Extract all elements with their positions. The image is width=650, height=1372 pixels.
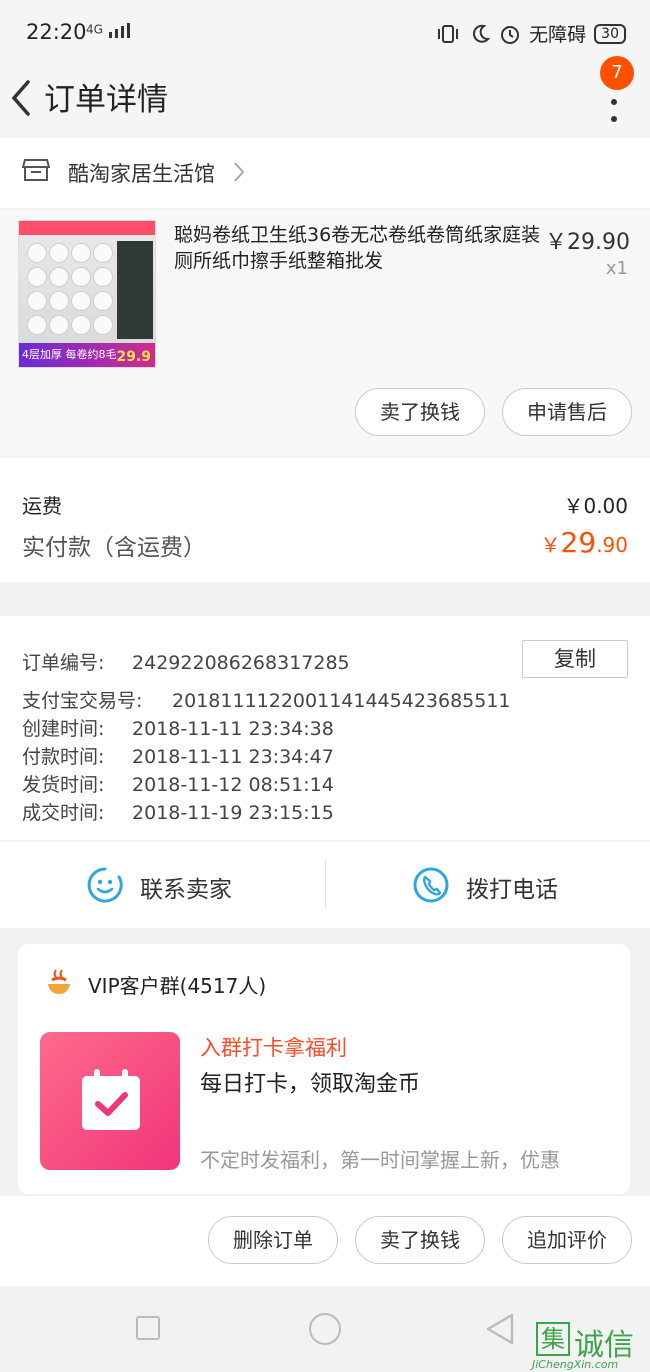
- closed-time: 2018-11-19 23:15:15: [132, 802, 334, 824]
- alipay-number: 2018111122001141445423685511: [172, 690, 511, 712]
- order-number: 242922086268317285: [132, 652, 350, 674]
- call-phone-label: 拨打电话: [466, 877, 558, 903]
- vip-headline: 入群打卡拿福利: [200, 1036, 347, 1060]
- paid-integer: 29: [560, 526, 597, 559]
- copy-button[interactable]: 复制: [522, 640, 628, 678]
- product-title[interactable]: 聪妈卷纸卫生纸36卷无芯卷纸卷筒纸家庭装厕所纸巾擦手纸整箱批发: [174, 222, 544, 274]
- nav-back-triangle-icon[interactable]: [484, 1312, 516, 1346]
- action-bar: 删除订单 卖了换钱 追加评价: [0, 1196, 650, 1286]
- sell-for-cash-button[interactable]: 卖了换钱: [355, 388, 485, 436]
- vip-subtitle: 每日打卡，领取淘金币: [200, 1072, 421, 1097]
- watermark: 集 诚信 JiChengXin.com: [530, 1320, 650, 1372]
- shop-icon: [22, 159, 50, 181]
- shipped-time: 2018-11-12 08:51:14: [132, 774, 334, 796]
- shipping-label: 运费: [22, 494, 62, 518]
- vip-tile: [40, 1032, 180, 1170]
- order-number-row: 订单编号: 242922086268317285: [22, 648, 350, 675]
- nav-home-circle-icon[interactable]: [309, 1313, 341, 1345]
- calendar-check-icon: [82, 1069, 140, 1130]
- status-time: 22:20: [26, 20, 87, 44]
- status-icons: 无障碍 30: [435, 20, 626, 47]
- watermark-url: JiChengXin.com: [532, 1358, 619, 1371]
- product-price: ￥29.90: [545, 230, 630, 255]
- alipay-label: 支付宝交易号:: [22, 690, 143, 712]
- paid-decimal: .90: [596, 533, 628, 557]
- top-bar: 订单详情 7: [0, 56, 650, 136]
- contact-seller-button[interactable]: 联系卖家: [0, 842, 325, 928]
- fee-summary: 运费 ￥0.00 实付款（含运费） ￥29.90: [0, 458, 650, 582]
- nav-square-icon[interactable]: [136, 1316, 160, 1340]
- smile-chat-icon: [87, 867, 123, 903]
- paid-currency: ￥: [540, 533, 561, 557]
- paid-value: ￥29.90: [541, 526, 628, 559]
- page-title: 订单详情: [44, 82, 168, 118]
- chevron-right-icon: [234, 162, 245, 182]
- sell-for-cash-button-bottom[interactable]: 卖了换钱: [355, 1216, 485, 1264]
- back-arrow-icon[interactable]: [6, 76, 36, 120]
- contact-row: 联系卖家 拨打电话: [0, 842, 650, 928]
- vibrate-icon: [438, 24, 459, 43]
- order-number-label: 订单编号:: [22, 652, 105, 674]
- thumb-price: 29.9: [116, 349, 151, 365]
- delete-order-button[interactable]: 删除订单: [208, 1216, 338, 1264]
- created-label: 创建时间:: [22, 718, 105, 740]
- moon-icon: [473, 24, 491, 43]
- vip-title: VIP客户群(4517人): [88, 974, 267, 998]
- created-time: 2018-11-11 23:34:38: [132, 718, 334, 740]
- notification-badge: 7: [600, 56, 634, 90]
- network-type: 4G: [86, 22, 103, 37]
- call-phone-button[interactable]: 拨打电话: [326, 842, 650, 928]
- alipay-row: 支付宝交易号: 2018111122001141445423685511: [22, 686, 511, 713]
- vip-logo-icon: [48, 969, 70, 994]
- status-bar: 22:20 4G 无障碍 30: [0, 0, 650, 64]
- product-card: 4层加厚 每卷约8毛 29.9 聪妈卷纸卫生纸36卷无芯卷纸卷筒纸家庭装厕所纸巾…: [0, 210, 650, 456]
- paid-label: 实付款（含运费）: [22, 535, 206, 561]
- shipped-label: 发货时间:: [22, 774, 105, 796]
- shop-name[interactable]: 酷淘家居生活馆: [68, 158, 215, 188]
- add-review-button[interactable]: 追加评价: [502, 1216, 632, 1264]
- phone-icon: [413, 867, 449, 903]
- closed-label: 成交时间:: [22, 802, 105, 824]
- after-sale-button[interactable]: 申请售后: [502, 388, 632, 436]
- vip-group-card[interactable]: VIP客户群(4517人) 入群打卡拿福利 每日打卡，领取淘金币 不定时发福利，…: [18, 944, 630, 1194]
- paid-time: 2018-11-11 23:34:47: [132, 746, 334, 768]
- accessibility-label: 无障碍: [529, 24, 587, 46]
- watermark-box: 集: [536, 1322, 570, 1356]
- vip-description: 不定时发福利，第一时间掌握上新，优惠: [200, 1148, 560, 1172]
- paid-time-row: 付款时间: 2018-11-11 23:34:47: [22, 742, 334, 769]
- paid-time-label: 付款时间:: [22, 746, 105, 768]
- product-image[interactable]: 4层加厚 每卷约8毛 29.9: [18, 220, 156, 368]
- closed-row: 成交时间: 2018-11-19 23:15:15: [22, 798, 334, 825]
- created-row: 创建时间: 2018-11-11 23:34:38: [22, 714, 334, 741]
- signal-bars-icon: [108, 23, 130, 38]
- shipping-value: ￥0.00: [563, 494, 628, 518]
- alarm-icon: [501, 25, 520, 44]
- signal-indicator: 4G: [86, 22, 131, 38]
- contact-seller-label: 联系卖家: [140, 877, 232, 903]
- order-info: 订单编号: 242922086268317285 复制 支付宝交易号: 2018…: [0, 616, 650, 840]
- shipped-row: 发货时间: 2018-11-12 08:51:14: [22, 770, 334, 797]
- product-quantity: x1: [605, 258, 628, 279]
- battery-icon: 30: [594, 23, 626, 44]
- shop-row[interactable]: 酷淘家居生活馆: [0, 138, 650, 208]
